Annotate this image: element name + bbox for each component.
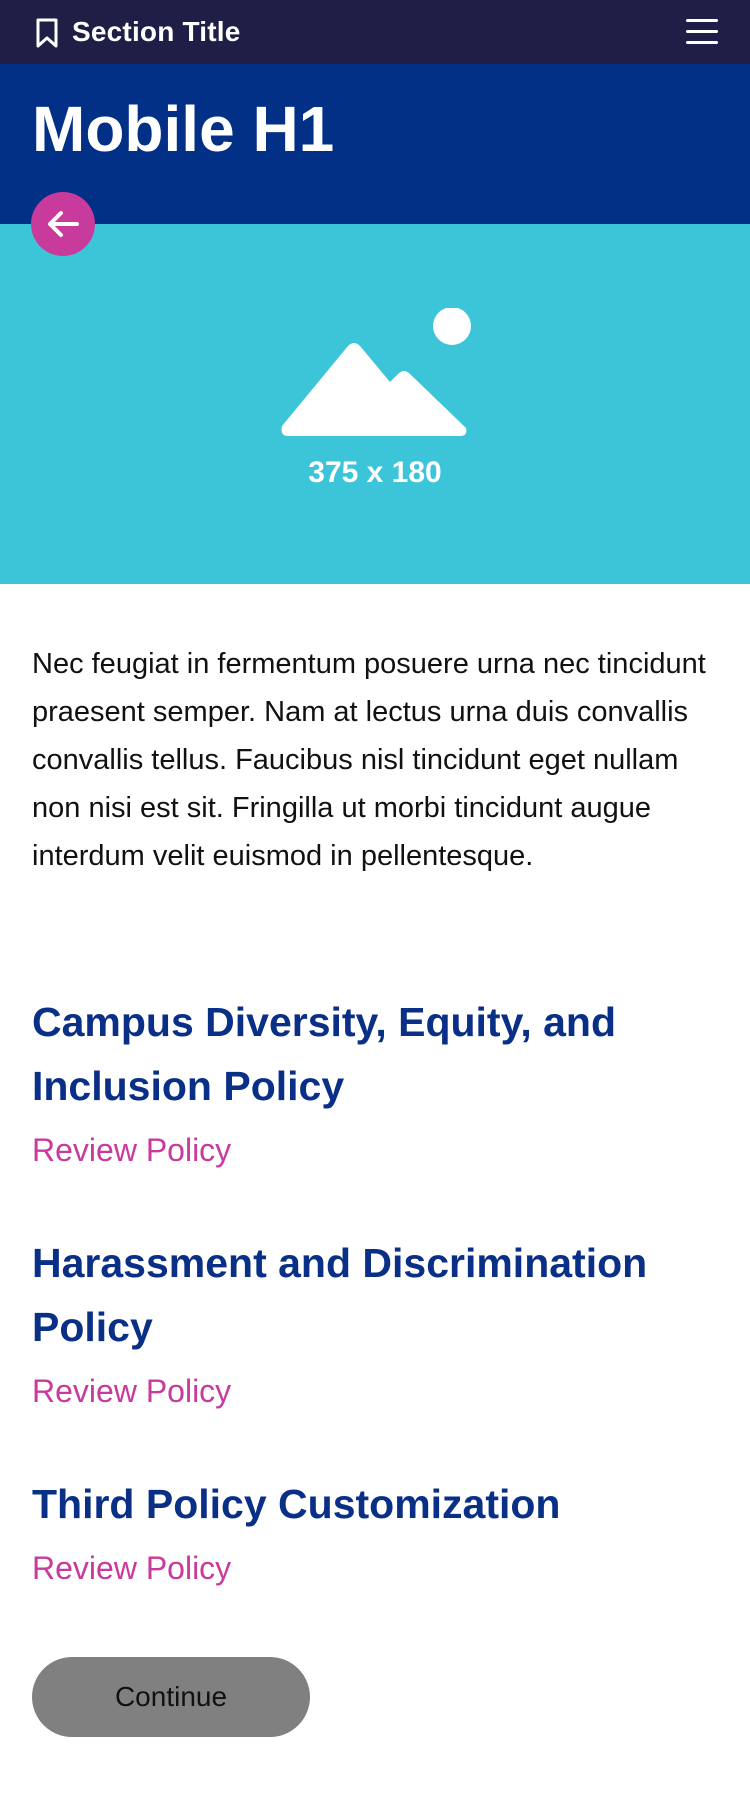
review-policy-link[interactable]: Review Policy [32,1546,712,1590]
section-title: Section Title [72,16,241,47]
policy-title: Third Policy Customization [32,1481,561,1527]
hamburger-menu-icon[interactable] [686,17,720,47]
page-header: Mobile H1 [0,64,750,224]
policy-title: Harassment and Discrimination Policy [32,1240,648,1350]
hero-image-placeholder: 375 x 180 [0,224,750,584]
page-title: Mobile H1 [32,93,335,165]
intro-paragraph: Nec feugiat in fermentum posuere urna ne… [32,648,706,872]
bookmark-icon[interactable] [35,18,59,48]
image-size-label: 375 x 180 [308,456,442,489]
review-policy-link[interactable]: Review Policy [32,1369,712,1413]
review-policy-link[interactable]: Review Policy [32,1128,712,1172]
policy-item: Harassment and Discrimination Policy Rev… [32,1231,712,1413]
arrow-left-icon [48,211,79,237]
policy-item: Third Policy Customization Review Policy [32,1472,712,1590]
policy-title: Campus Diversity, Equity, and Inclusion … [32,999,617,1109]
continue-button[interactable]: Continue [32,1657,310,1737]
policy-item: Campus Diversity, Equity, and Inclusion … [32,990,712,1172]
back-button[interactable] [31,192,95,256]
top-bar: Section Title [0,0,750,64]
image-placeholder-icon [281,308,471,436]
